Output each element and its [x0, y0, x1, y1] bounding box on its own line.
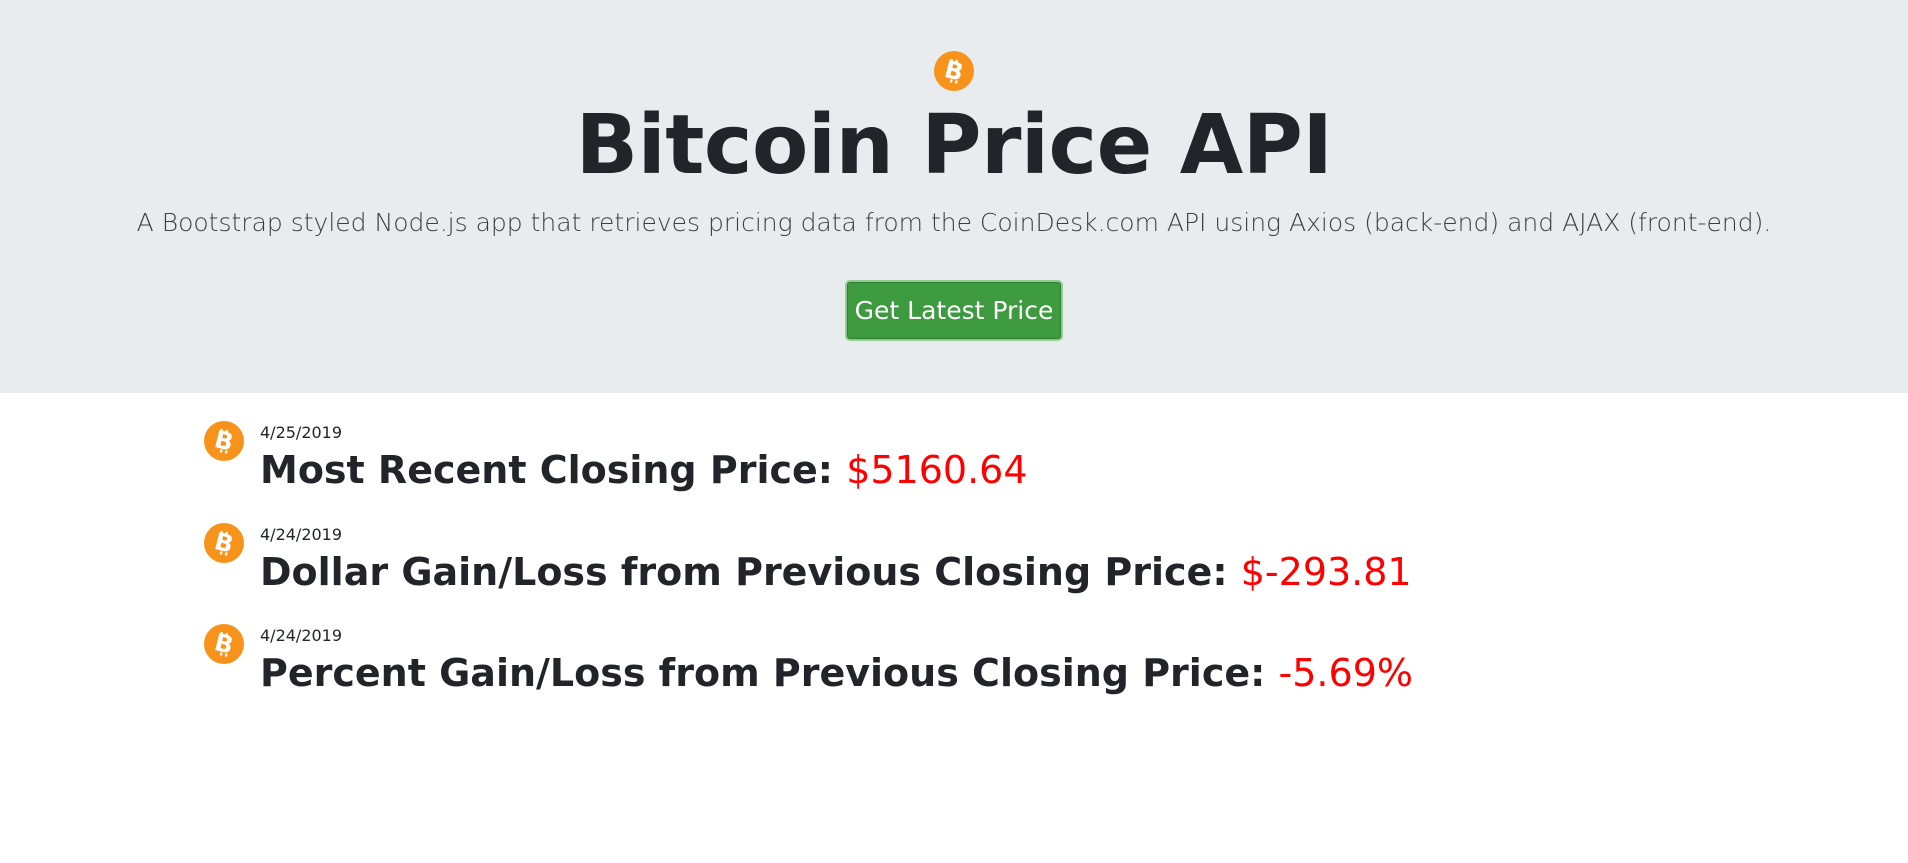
result-item-percent-change: B 4/24/2019 Percent Gain/Loss from Previ…: [204, 596, 1413, 695]
result-value: $-293.81: [1240, 550, 1412, 594]
result-date: 4/25/2019: [260, 423, 343, 442]
bitcoin-icon: B: [204, 624, 244, 664]
result-heading: Most Recent Closing Price: $5160.64: [260, 445, 1028, 495]
get-latest-price-button[interactable]: Get Latest Price: [845, 280, 1063, 341]
result-date: 4/24/2019: [260, 525, 343, 544]
result-item-dollar-change: B 4/24/2019 Dollar Gain/Loss from Previo…: [204, 495, 1412, 594]
bitcoin-icon: B: [204, 523, 244, 563]
result-date: 4/24/2019: [260, 626, 343, 645]
result-label: Most Recent Closing Price:: [260, 448, 833, 492]
results-list: B 4/25/2019 Most Recent Closing Price: $…: [0, 393, 1908, 863]
result-label: Percent Gain/Loss from Previous Closing …: [260, 651, 1266, 695]
header-jumbotron: B Bitcoin Price API A Bootstrap styled N…: [0, 0, 1908, 393]
result-label: Dollar Gain/Loss from Previous Closing P…: [260, 550, 1228, 594]
result-value: $5160.64: [846, 448, 1028, 492]
result-heading: Dollar Gain/Loss from Previous Closing P…: [260, 547, 1412, 597]
result-item-closing-price: B 4/25/2019 Most Recent Closing Price: $…: [204, 393, 1404, 492]
result-heading: Percent Gain/Loss from Previous Closing …: [260, 648, 1413, 698]
page-subtitle: A Bootstrap styled Node.js app that retr…: [136, 208, 1772, 237]
bitcoin-icon: B: [934, 51, 974, 91]
result-value: -5.69%: [1278, 651, 1413, 695]
bitcoin-icon: B: [204, 421, 244, 461]
page-title: Bitcoin Price API: [575, 98, 1333, 193]
